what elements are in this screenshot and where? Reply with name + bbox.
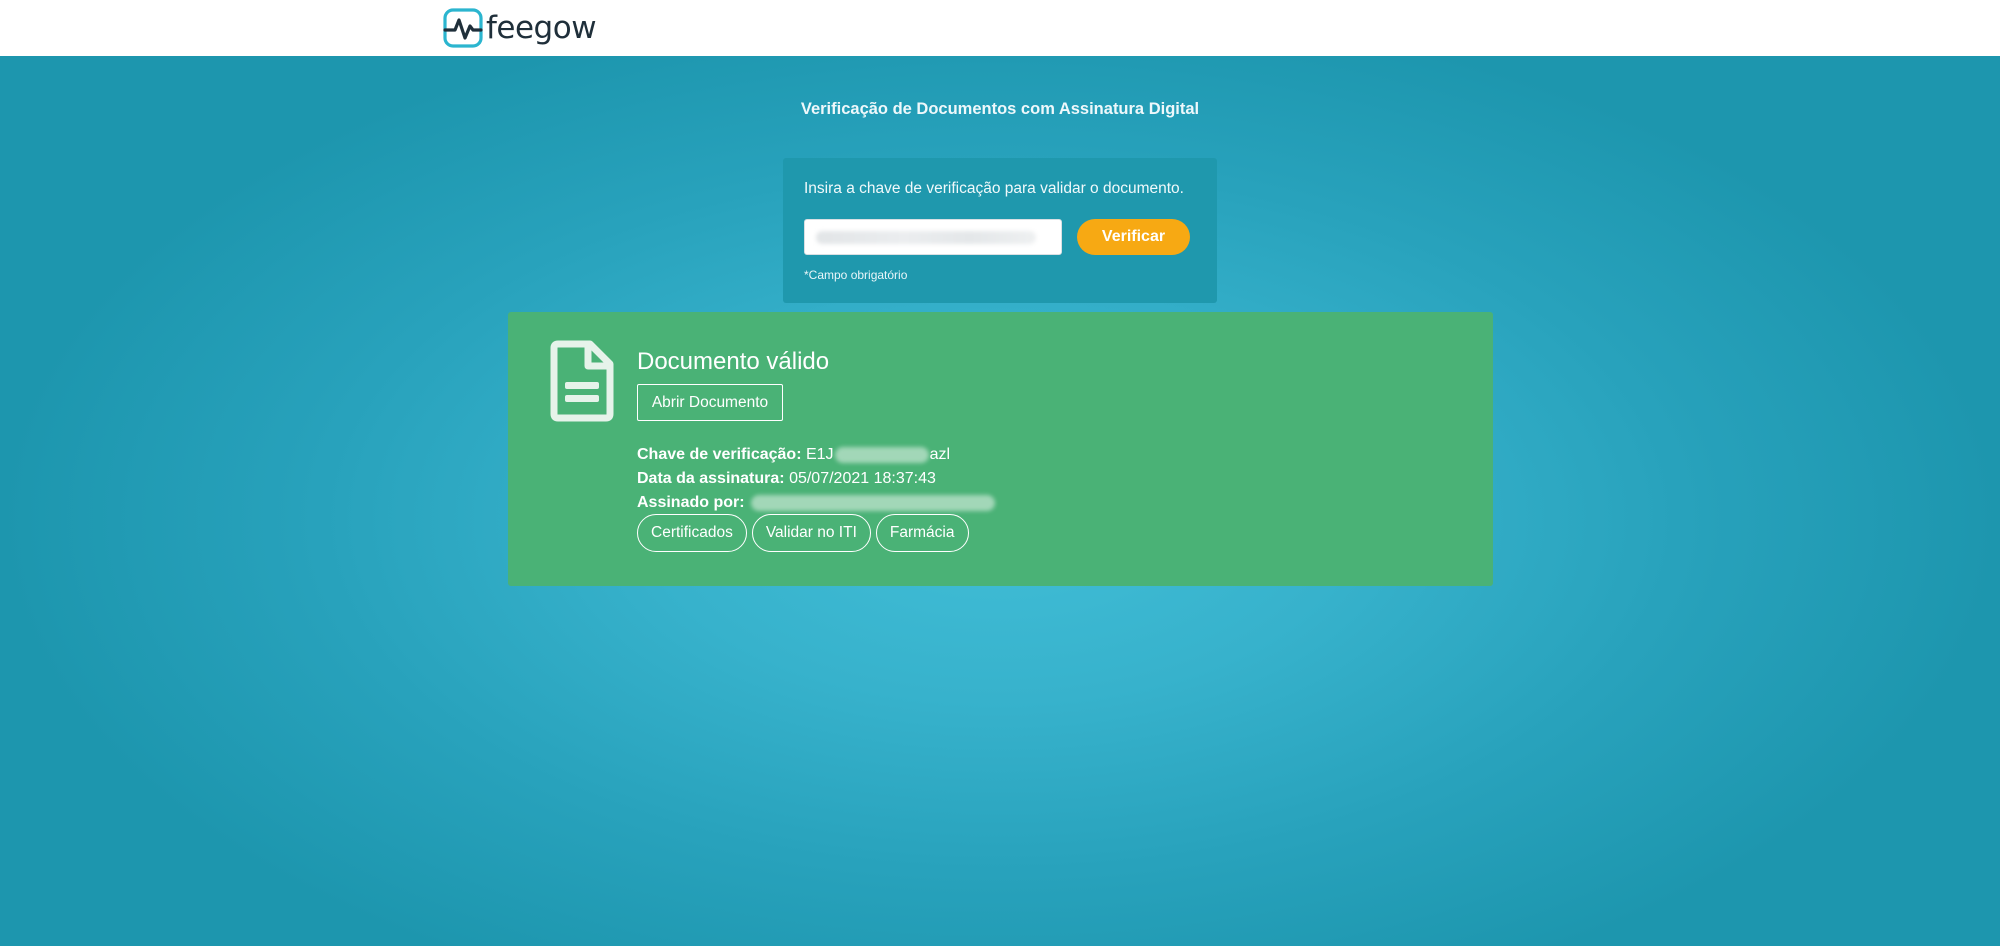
open-document-button[interactable]: Abrir Documento [637, 384, 783, 421]
heartbeat-monitor-icon [443, 8, 483, 48]
top-bar: feegow [0, 0, 2000, 56]
redacted-signer-name [750, 494, 995, 511]
signed-by-label: Assinado por: [637, 494, 745, 511]
signature-date-label: Data da assinatura: [637, 470, 785, 487]
verification-key-input[interactable] [804, 219, 1062, 255]
pharmacy-button[interactable]: Farmácia [875, 514, 969, 552]
document-icon [550, 340, 614, 422]
verification-key-label: Chave de verificação: [637, 446, 802, 463]
signed-by-line: Assinado por: [637, 493, 995, 513]
validate-iti-button[interactable]: Validar no ITI [751, 514, 871, 552]
feegow-logo[interactable]: feegow [443, 8, 597, 48]
signature-date-value: 05/07/2021 18:37:43 [789, 470, 936, 487]
required-field-note: *Campo obrigatório [804, 268, 908, 282]
verify-button[interactable]: Verificar [1077, 219, 1190, 255]
valid-document-panel: Documento válido Abrir Documento Chave d… [508, 312, 1493, 586]
logo-text: feegow [486, 10, 597, 46]
verification-key-prefix: E1J [805, 446, 834, 463]
signature-date-line: Data da assinatura: 05/07/2021 18:37:43 [637, 469, 936, 489]
result-status-title: Documento válido [637, 348, 830, 375]
certificates-button[interactable]: Certificados [637, 514, 747, 552]
page-title: Verificação de Documentos com Assinatura… [800, 100, 1200, 118]
verification-key-line: Chave de verificação: E1J azl [637, 445, 950, 465]
verification-key-suffix: azl [929, 446, 951, 463]
main-area: Verificação de Documentos com Assinatura… [0, 56, 2000, 946]
redacted-key-middle [834, 446, 929, 463]
verification-form: Insira a chave de verificação para valid… [783, 158, 1217, 303]
action-buttons: Certificados Validar no ITI Farmácia [637, 514, 969, 552]
verification-prompt: Insira a chave de verificação para valid… [804, 180, 1184, 197]
